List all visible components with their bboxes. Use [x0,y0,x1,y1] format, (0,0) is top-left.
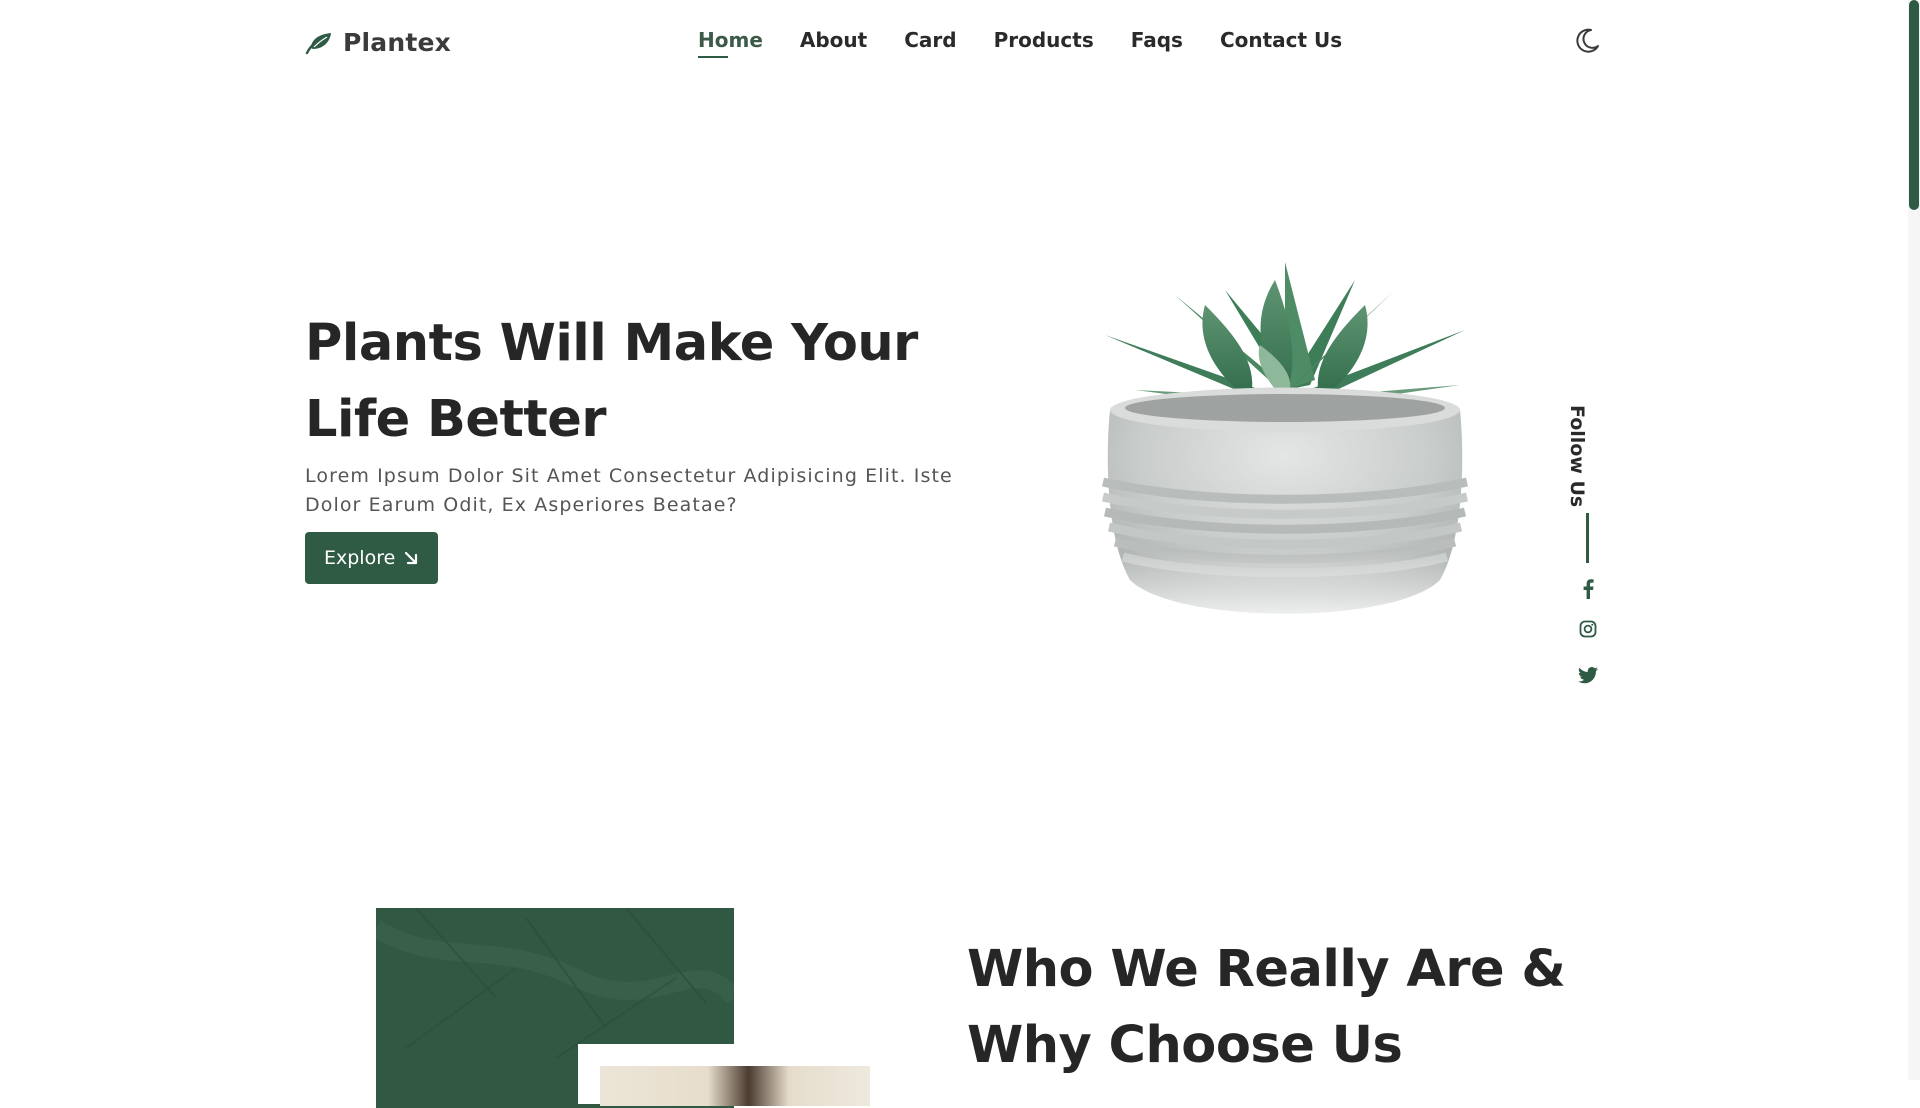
facebook-link[interactable] [1578,579,1598,603]
explore-button[interactable]: Explore [305,532,439,584]
moon-icon [1573,27,1601,59]
instagram-link[interactable] [1578,620,1598,642]
nav-item-faqs[interactable]: Faqs [1131,28,1183,52]
about-title: Who We Really Are & Why Choose Us [967,940,1566,1075]
facebook-icon [1582,579,1594,603]
arrow-down-right-icon [403,550,419,566]
scrollbar-thumb[interactable] [1909,0,1919,210]
nav-item-home[interactable]: Home [698,28,763,58]
hero-plant-image [1085,250,1485,630]
follow-us-label: Follow Us [1566,405,1588,508]
main-nav: Home About Card Products Faqs Contact Us [698,28,1342,58]
nav-item-card[interactable]: Card [904,28,956,52]
hero-description: Lorem Ipsum Dolor Sit Amet Consectetur A… [305,465,953,516]
hero-title: Plants Will Make Your Life Better [305,314,918,449]
logo-text: Plantex [343,28,451,57]
explore-button-label: Explore [324,547,396,569]
nav-item-about[interactable]: About [800,28,867,52]
twitter-icon [1578,666,1598,688]
follow-us-divider [1586,513,1589,563]
twitter-link[interactable] [1578,666,1598,688]
nav-item-contact-us[interactable]: Contact Us [1220,28,1342,52]
site-header: Plantex Home About Card Products Faqs Co… [0,0,1920,86]
scrollbar[interactable] [1908,0,1920,1080]
nav-item-products[interactable]: Products [994,28,1094,52]
about-image-secondary [600,1066,870,1106]
instagram-icon [1579,620,1597,642]
leaf-icon [305,31,333,55]
theme-toggle-button[interactable] [1572,28,1602,58]
logo[interactable]: Plantex [305,28,451,57]
